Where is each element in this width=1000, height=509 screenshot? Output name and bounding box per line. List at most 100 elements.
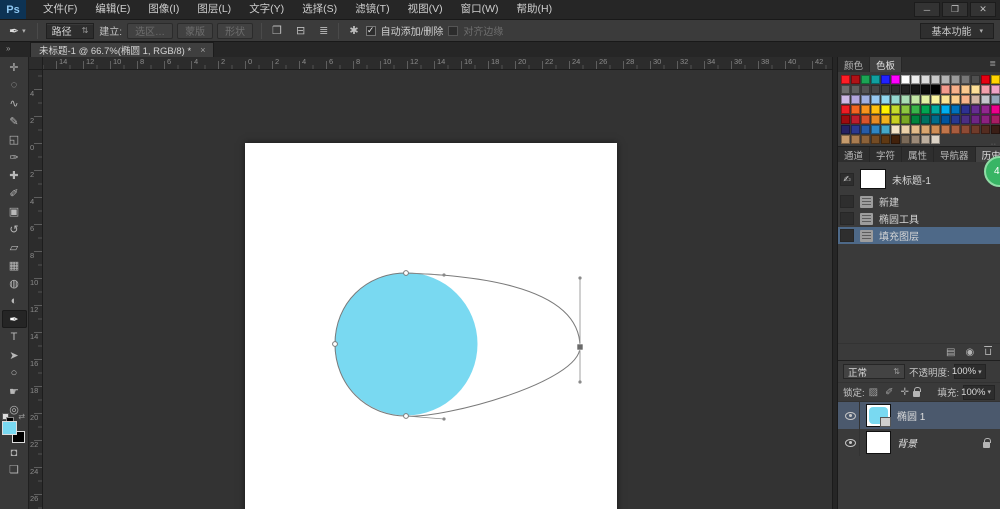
tab-色板[interactable]: 色板 [870,57,902,72]
color-swatch[interactable] [881,105,890,114]
default-colors-icon[interactable] [2,413,9,420]
selected-anchor-point[interactable] [577,344,583,350]
color-swatch[interactable] [841,95,850,104]
color-swatch[interactable] [951,85,960,94]
color-swatch[interactable] [931,115,940,124]
history-state-row[interactable]: 新建 [838,193,1000,210]
color-swatch[interactable] [971,95,980,104]
color-swatch[interactable] [851,85,860,94]
ruler-corner[interactable] [29,57,43,70]
ellipse-shape-tool[interactable]: ○ [2,364,27,382]
panel-menu-icon[interactable]: ≣ [985,57,1000,72]
color-swatch[interactable] [971,85,980,94]
color-swatch[interactable] [971,115,980,124]
color-swatch[interactable] [871,95,880,104]
color-swatch[interactable] [941,85,950,94]
elliptical-marquee-tool[interactable]: ◌ [2,76,27,94]
history-snapshot-row[interactable]: ✍ 未标题-1 [838,165,1000,193]
menu-item[interactable]: 滤镜(T) [346,0,398,19]
brush-tool[interactable]: ✐ [2,184,27,202]
color-swatch[interactable] [991,105,1000,114]
history-state-row[interactable]: 椭圆工具 [838,210,1000,227]
make-button[interactable]: 蒙版 [177,23,213,39]
color-swatch[interactable] [901,95,910,104]
color-swatch[interactable] [941,105,950,114]
color-swatch[interactable] [961,75,970,84]
workspace-switcher[interactable]: 基本功能 ▾ [920,23,994,39]
tool-mode-dropdown[interactable]: 路径 ⇅ [46,23,95,39]
color-swatch[interactable] [881,75,890,84]
eraser-tool[interactable]: ▱ [2,238,27,256]
color-swatch[interactable] [901,125,910,134]
color-swatch[interactable] [851,115,860,124]
color-swatch[interactable] [861,135,870,144]
history-state-row[interactable]: 填充图层 [838,227,1000,244]
color-swatch[interactable] [921,135,930,144]
history-source-well[interactable] [840,229,854,242]
color-swatch[interactable] [971,125,980,134]
minimize-button[interactable]: ─ [914,2,940,17]
color-swatch[interactable] [981,75,990,84]
eyedropper-tool[interactable]: ✑ [2,148,27,166]
color-swatch[interactable] [861,125,870,134]
color-swatch[interactable] [991,85,1000,94]
canvas-area[interactable] [43,70,832,509]
color-swatch[interactable] [951,125,960,134]
foreground-color-swatch[interactable] [2,421,17,435]
color-swatch[interactable] [891,105,900,114]
swap-colors-icon[interactable]: ⇄ [18,412,25,421]
color-swatch[interactable] [931,125,940,134]
healing-brush-tool[interactable]: ✚ [2,166,27,184]
color-swatch[interactable] [921,85,930,94]
menu-item[interactable]: 图层(L) [188,0,240,19]
history-brush-source-icon[interactable]: ✍ [840,173,854,186]
tab-字符[interactable]: 字符 [870,147,902,162]
hand-tool[interactable]: ☛ [2,382,27,400]
layer-thumbnail[interactable] [866,404,891,427]
fill-input[interactable]: 100% ▾ [963,385,995,400]
blur-tool[interactable]: ◍ [2,274,27,292]
menu-item[interactable]: 选择(S) [293,0,346,19]
color-swatch[interactable] [961,85,970,94]
new-snapshot-icon[interactable]: ◉ [965,347,974,358]
color-swatch[interactable] [951,95,960,104]
tool-preset-picker[interactable]: ✒ ▾ [6,24,29,38]
visibility-toggle[interactable] [842,429,860,456]
color-swatch[interactable] [861,115,870,124]
make-button[interactable]: 形状 [217,23,253,39]
document-canvas[interactable] [245,143,617,509]
vertical-ruler[interactable]: 42024681012141618202224262830 [29,70,43,509]
menu-item[interactable]: 窗口(W) [452,0,508,19]
color-swatch[interactable] [841,135,850,144]
visibility-toggle[interactable] [842,402,860,429]
color-swatch[interactable] [891,135,900,144]
color-swatch[interactable] [841,125,850,134]
handle-point[interactable] [578,276,581,279]
lock-transparency-icon[interactable]: ▨ [869,387,878,398]
gradient-tool[interactable]: ▦ [2,256,27,274]
color-swatch[interactable] [911,135,920,144]
path-arrange-icon[interactable]: ≣ [317,24,330,37]
close-tab-icon[interactable]: × [200,45,205,55]
make-button[interactable]: 选区… [127,23,173,39]
color-swatch[interactable] [841,115,850,124]
lock-position-icon[interactable]: ✛ [900,387,908,398]
color-swatch[interactable] [931,95,940,104]
color-swatch[interactable] [941,125,950,134]
color-swatch[interactable] [871,135,880,144]
color-swatch[interactable] [951,75,960,84]
handle-point[interactable] [442,273,445,276]
delete-state-icon[interactable]: ⊔ [984,347,992,358]
lasso-tool[interactable]: ∿ [2,94,27,112]
resize-gripper[interactable]: ∙∙ [991,141,997,148]
color-swatch[interactable] [931,105,940,114]
color-swatch[interactable] [851,125,860,134]
anchor-point[interactable] [333,342,338,347]
color-swatch[interactable] [911,115,920,124]
color-swatch[interactable] [981,115,990,124]
color-swatch[interactable] [981,105,990,114]
color-swatch[interactable] [891,125,900,134]
color-swatch[interactable] [931,135,940,144]
color-swatch[interactable] [991,95,1000,104]
color-swatch[interactable] [841,85,850,94]
